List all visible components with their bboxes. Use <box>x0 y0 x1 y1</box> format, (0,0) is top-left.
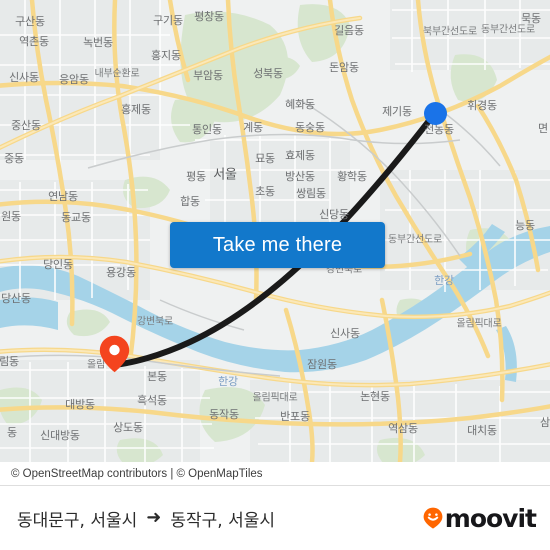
map-label: 초동 <box>255 185 275 198</box>
arrow-right-icon: ➜ <box>146 507 162 528</box>
moovit-wordmark: moovit <box>444 503 537 533</box>
map-label: 부암동 <box>193 69 223 82</box>
map-label: 내부순환로 <box>94 68 140 80</box>
map-label: 신당동 <box>319 208 349 221</box>
map-label: 응암동 <box>59 73 89 86</box>
map-label: 한강 <box>218 375 238 388</box>
map-label: 중산동 <box>11 119 41 132</box>
map-label: 림동 <box>0 355 19 368</box>
map-label: 방산동 <box>285 170 315 183</box>
map-label: 동부간선도로 <box>388 234 442 246</box>
footer-bar: 동대문구, 서울시 ➜ 동작구, 서울시 moovit <box>0 486 550 550</box>
map-label: 당인동 <box>43 258 73 271</box>
map-label: 동숭동 <box>295 121 325 134</box>
moovit-route-card: 구산동 평창동 구기동 북부간선도로 역촌동 녹번동 홍지동 길음동 묵동 신사동 응암동 부암동 성북… <box>0 0 550 550</box>
map-label: 강변북로 <box>137 316 173 328</box>
map-label: 논현동 <box>360 390 390 403</box>
map-label: 통인동 <box>192 123 222 136</box>
map-label: 평동 <box>186 170 206 183</box>
map-label: 본동 <box>147 370 167 383</box>
map-label: 쌍림동 <box>296 187 326 200</box>
map-label: 제기동 <box>382 105 412 118</box>
map-label: 한강 <box>434 274 454 287</box>
map-label: 역촌동 <box>19 35 49 48</box>
moovit-pin-icon <box>423 507 443 529</box>
map-label: 신대방동 <box>40 429 80 442</box>
map-label: 묘동 <box>255 152 275 165</box>
map-label: 돈암동 <box>329 61 359 74</box>
map-canvas[interactable]: 구산동 평창동 구기동 북부간선도로 역촌동 녹번동 홍지동 길음동 묵동 신사동 응암동 부암동 성북… <box>0 0 550 462</box>
route-summary: 동대문구, 서울시 ➜ 동작구, 서울시 <box>17 506 275 531</box>
map-label: 동교동 <box>61 211 91 224</box>
take-me-there-button[interactable]: Take me there <box>170 222 385 268</box>
map-label: 원동 <box>1 210 21 223</box>
map-label: 연남동 <box>48 190 78 203</box>
map-label: 흑석동 <box>137 394 167 407</box>
map-label: 신사동 <box>330 327 360 340</box>
map-attribution: © OpenStreetMap contributors | © OpenMap… <box>0 462 550 486</box>
map-label: 반포동 <box>280 410 310 423</box>
origin-dot-marker[interactable] <box>424 102 447 125</box>
map-label: 녹번동 <box>83 36 113 49</box>
map-label: 면 <box>538 122 548 135</box>
map-label: 올림픽대로 <box>252 392 298 404</box>
map-label: 계동 <box>243 121 263 134</box>
map-label: 중동 <box>4 152 24 165</box>
destination-pin-marker[interactable] <box>99 335 130 373</box>
moovit-logo[interactable]: moovit <box>423 503 537 533</box>
map-label: 서울 <box>213 167 237 183</box>
map-label: 신사동 <box>9 71 39 84</box>
map-label: 당산동 <box>1 292 31 305</box>
map-label: 올림픽대로 <box>456 318 502 330</box>
route-origin-label: 동대문구, 서울시 <box>17 510 138 531</box>
map-label: 잠원동 <box>307 358 337 371</box>
map-label: 삼 <box>540 416 550 429</box>
map-label: 길음동 <box>334 24 364 37</box>
map-label: 혜화동 <box>285 98 315 111</box>
map-label: 능동 <box>515 219 535 232</box>
map-label: 대방동 <box>65 398 95 411</box>
map-label: 휘경동 <box>467 99 497 112</box>
map-label: 성북동 <box>253 67 283 80</box>
map-label: 평창동 <box>194 10 224 23</box>
map-label: 동작동 <box>209 408 239 421</box>
map-label: 합동 <box>180 195 200 208</box>
map-label: 구기동 <box>153 14 183 27</box>
map-label: 동 <box>7 426 17 439</box>
map-label: 홍제동 <box>121 103 151 116</box>
map-label: 효제동 <box>285 149 315 162</box>
map-label: 황학동 <box>337 170 367 183</box>
map-label: 구산동 <box>15 15 45 28</box>
map-label: 북부간선도로 <box>423 26 477 38</box>
route-destination-label: 동작구, 서울시 <box>170 510 276 531</box>
map-label: 용강동 <box>106 266 136 279</box>
map-label: 상도동 <box>113 421 143 434</box>
map-label: 홍지동 <box>151 49 181 62</box>
map-label: 동부간선도로 <box>481 24 535 36</box>
map-label: 역삼동 <box>388 422 418 435</box>
map-label: 대치동 <box>467 424 497 437</box>
attribution-text[interactable]: © OpenStreetMap contributors | © OpenMap… <box>11 468 263 480</box>
